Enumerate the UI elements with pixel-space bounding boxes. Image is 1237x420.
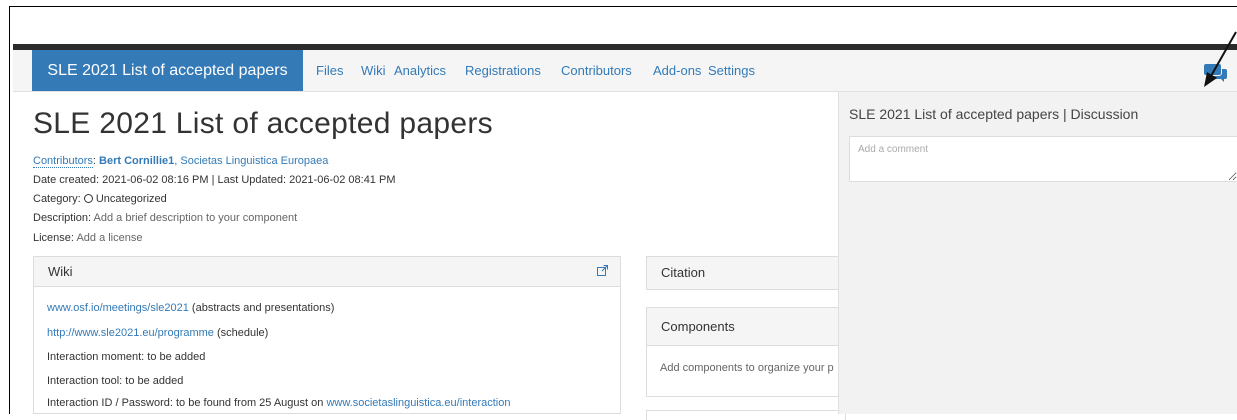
wiki-panel: Wiki www.osf.io/meetings/sle2021 (abstra…: [33, 256, 621, 414]
date-created-label: Date created:: [33, 174, 100, 186]
contributor-link[interactable]: Societas Linguistica Europaea: [180, 155, 328, 167]
license-label: License:: [33, 232, 74, 244]
project-navbar: SLE 2021 List of accepted papers Files W…: [13, 50, 1237, 92]
wiki-line: http://www.sle2021.eu/programme (schedul…: [47, 327, 269, 339]
category-line: Category: Uncategorized: [33, 193, 167, 205]
nav-settings[interactable]: Settings: [708, 50, 755, 91]
license-line: License: Add a license: [33, 232, 142, 244]
contributor-link[interactable]: Bert Cornillie1: [99, 155, 174, 167]
components-heading: Components: [647, 308, 845, 346]
wiki-line: www.osf.io/meetings/sle2021 (abstracts a…: [47, 302, 335, 314]
citation-heading[interactable]: Citation: [647, 257, 845, 289]
last-updated-value: 2021-06-02 08:41 PM: [289, 174, 396, 186]
wiki-link[interactable]: www.osf.io/meetings/sle2021: [47, 302, 189, 314]
comment-input[interactable]: [849, 136, 1237, 182]
nav-contributors[interactable]: Contributors: [561, 50, 632, 91]
components-panel: Components Add components to organize yo…: [646, 307, 846, 397]
wiki-panel-header: Wiki: [34, 257, 620, 287]
components-body: Add components to organize your p: [660, 362, 834, 374]
project-title-tab[interactable]: SLE 2021 List of accepted papers: [32, 50, 303, 91]
annotation-arrow-icon: [1204, 31, 1237, 87]
dates-line: Date created: 2021-06-02 08:16 PM | Last…: [33, 174, 396, 186]
contributors-line: Contributors: Bert Cornillie1, Societas …: [33, 155, 329, 168]
category-label: Category:: [33, 193, 81, 205]
wiki-heading: Wiki: [48, 264, 73, 279]
nav-analytics[interactable]: Analytics: [394, 50, 446, 91]
citation-panel[interactable]: Citation: [646, 256, 846, 290]
panel-edge: [646, 410, 846, 420]
contributors-label[interactable]: Contributors: [33, 155, 93, 168]
nav-files[interactable]: Files: [316, 50, 343, 91]
wiki-link[interactable]: www.societaslinguistica.eu/interaction: [326, 397, 510, 409]
nav-registrations[interactable]: Registrations: [465, 50, 541, 91]
nav-wiki[interactable]: Wiki: [361, 50, 386, 91]
wiki-line: Interaction ID / Password: to be found f…: [47, 397, 511, 409]
discussion-title: SLE 2021 List of accepted papers | Discu…: [849, 106, 1139, 122]
wiki-line: Interaction moment: to be added: [47, 351, 206, 363]
circle-icon: [83, 194, 93, 203]
date-created-value: 2021-06-02 08:16 PM: [102, 174, 209, 186]
description-label: Description:: [33, 212, 92, 224]
page-title: SLE 2021 List of accepted papers: [33, 107, 493, 140]
description-value[interactable]: Add a brief description to your componen…: [94, 212, 298, 224]
discussion-panel: SLE 2021 List of accepted papers | Discu…: [838, 92, 1237, 414]
nav-add-ons[interactable]: Add-ons: [653, 50, 701, 91]
wiki-link[interactable]: http://www.sle2021.eu/programme: [47, 327, 214, 339]
license-value[interactable]: Add a license: [76, 232, 142, 244]
external-link-icon[interactable]: [597, 265, 608, 276]
description-line: Description: Add a brief description to …: [33, 212, 297, 224]
wiki-line: Interaction tool: to be added: [47, 375, 184, 387]
category-value[interactable]: Uncategorized: [96, 193, 167, 205]
last-updated-label: Last Updated:: [217, 174, 287, 186]
